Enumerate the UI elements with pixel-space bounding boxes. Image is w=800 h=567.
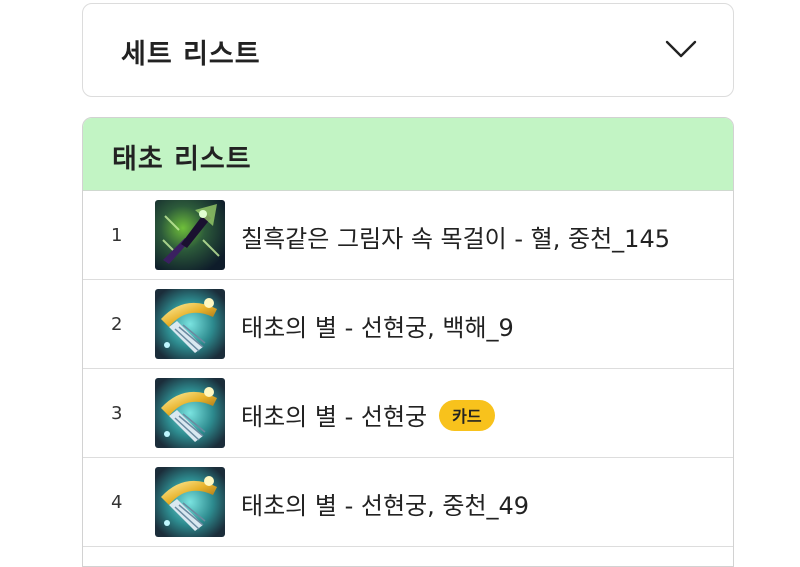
item-name-wrap: 태초의 별 - 선현궁 카드 <box>241 397 495 432</box>
item-rank: 1 <box>111 225 123 246</box>
golden-bow-icon <box>155 289 225 359</box>
chevron-down-icon[interactable] <box>664 38 698 60</box>
list-item[interactable]: 2 태초의 별 - 선현궁, 백해_9 <box>83 280 733 369</box>
set-list-title: 세트 리스트 <box>121 39 261 70</box>
list-item[interactable]: 1 칠흑같은 그림자 속 목걸이 - 혈, 중천_145 <box>83 191 733 280</box>
item-name: 태초의 별 - 선현궁, 백해_9 <box>241 314 514 342</box>
item-name: 칠흑같은 그림자 속 목걸이 - 혈, 중천_145 <box>241 225 670 253</box>
item-rank: 2 <box>111 314 123 335</box>
taecho-list-panel: 태초 리스트 1 칠흑같은 그림자 속 목걸이 - 혈, 중천_145 2 태초… <box>82 117 734 567</box>
set-list-dropdown[interactable]: 세트 리스트 <box>82 3 734 97</box>
dark-necklace-icon <box>155 200 225 270</box>
item-name: 태초의 별 - 선현궁 <box>241 403 428 431</box>
taecho-list-title: 태초 리스트 <box>112 144 252 175</box>
card-badge: 카드 <box>439 400 495 431</box>
list-item[interactable]: 3 태초의 별 - 선현궁 카드 <box>83 369 733 458</box>
taecho-list-header: 태초 리스트 <box>83 118 733 191</box>
item-rank: 4 <box>111 492 123 513</box>
golden-bow-icon <box>155 467 225 537</box>
list-item[interactable]: 4 태초의 별 - 선현궁, 중천_49 <box>83 458 733 547</box>
item-rank: 3 <box>111 403 123 424</box>
item-name: 태초의 별 - 선현궁, 중천_49 <box>241 492 530 520</box>
golden-bow-icon <box>155 378 225 448</box>
